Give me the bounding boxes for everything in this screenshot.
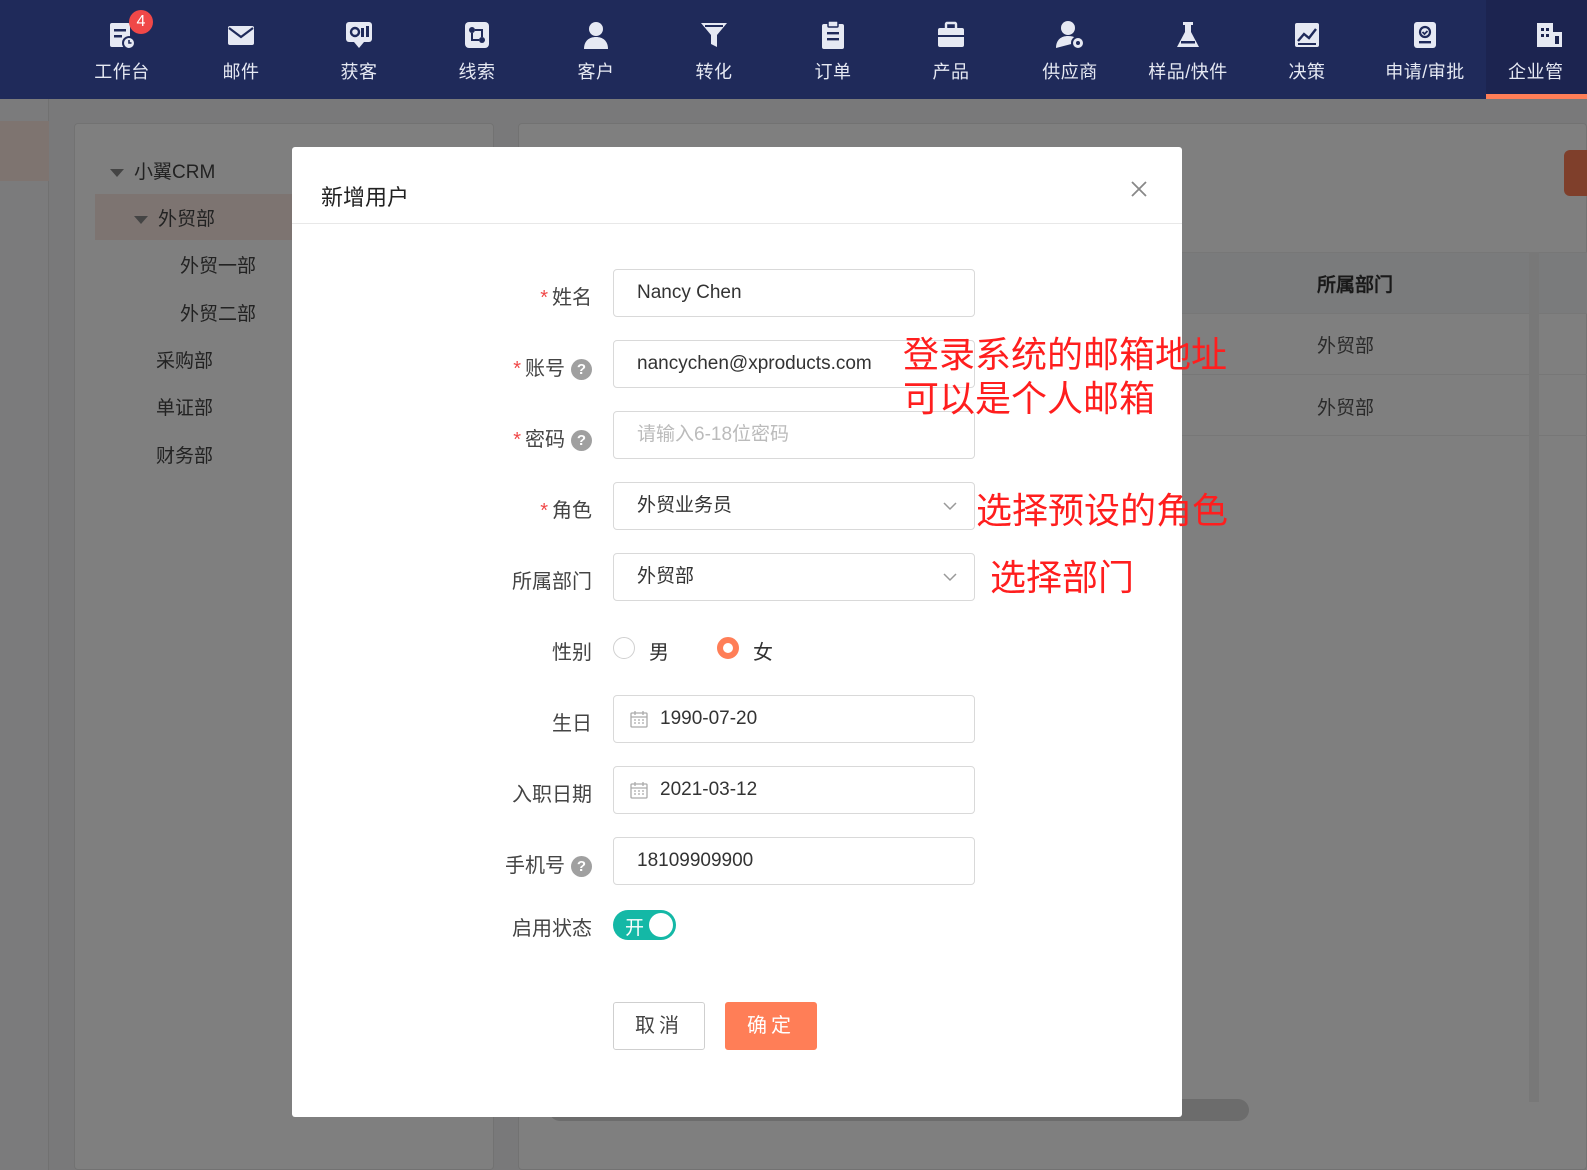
close-icon[interactable] xyxy=(1127,177,1151,201)
hire-date-picker[interactable]: 2021-03-12 xyxy=(613,766,975,814)
nav-label: 企业管 xyxy=(1508,62,1564,82)
phone-label: 手机号? xyxy=(505,849,592,878)
password-label: * 密码? xyxy=(513,423,592,452)
radio-label: 男 xyxy=(649,642,669,664)
radio-circle-selected[interactable] xyxy=(717,637,739,659)
name-label: * 姓名 xyxy=(540,287,592,309)
help-icon[interactable]: ? xyxy=(571,359,592,380)
nav-label: 供应商 xyxy=(1042,62,1098,82)
nav-item-suppliers[interactable]: 供应商 xyxy=(1011,0,1129,99)
dialog-title: 新增用户 xyxy=(321,185,410,210)
hire-date-label: 入职日期 xyxy=(512,784,592,806)
status-label: 启用状态 xyxy=(512,918,592,940)
dept-select-value: 外贸部 xyxy=(637,566,695,587)
nav-label: 决策 xyxy=(1288,62,1326,82)
hire-date-value: 2021-03-12 xyxy=(660,779,758,800)
status-toggle[interactable]: 开 xyxy=(613,910,676,940)
phone-input[interactable]: 18109909900 xyxy=(613,837,975,885)
nav-item-decisions[interactable]: 决策 xyxy=(1248,0,1366,99)
nav-label: 客户 xyxy=(577,62,615,82)
calendar-icon xyxy=(630,711,648,728)
nav-item-convert[interactable]: 转化 xyxy=(655,0,773,99)
nav-label: 线索 xyxy=(458,62,496,82)
nav-label: 邮件 xyxy=(222,62,260,82)
help-icon[interactable]: ? xyxy=(571,856,592,877)
birthday-date-picker[interactable]: 1990-07-20 xyxy=(613,695,975,743)
dept-select[interactable]: 外贸部 xyxy=(613,553,975,601)
cancel-button[interactable]: 取消 xyxy=(613,1002,705,1050)
dept-label: 所属部门 xyxy=(512,571,592,593)
acquire-icon xyxy=(346,22,372,48)
nav-label: 产品 xyxy=(932,62,970,82)
annotation-account-line2: 可以是个人邮箱 xyxy=(903,378,1156,419)
top-nav: 4 工作台 邮件 获客 线索 客户 转化 订单 产品 供应商 样品/快件 决策 xyxy=(0,0,1587,99)
add-user-dialog: 新增用户 * 姓名 Nancy Chen * 账号? nancychen@xprod… xyxy=(292,147,1182,1117)
approval-icon xyxy=(1414,22,1436,48)
birthday-label: 生日 xyxy=(552,713,592,735)
nav-item-acquire[interactable]: 获客 xyxy=(300,0,418,99)
toggle-text: 开 xyxy=(625,918,645,939)
annotation-dept: 选择部门 xyxy=(990,557,1135,598)
nav-item-workbench[interactable]: 4 工作台 xyxy=(63,0,181,99)
nav-item-products[interactable]: 产品 xyxy=(892,0,1010,99)
phone-row: 手机号? 18109909900 xyxy=(292,837,1182,885)
briefcase-icon xyxy=(938,21,964,47)
nav-label: 申请/审批 xyxy=(1385,62,1465,82)
chart-icon xyxy=(1295,23,1319,47)
radio-label: 女 xyxy=(753,642,773,664)
supplier-icon xyxy=(1056,21,1084,50)
nav-item-leads[interactable]: 线索 xyxy=(418,0,536,99)
mail-icon xyxy=(228,26,254,45)
gender-radio-female[interactable]: 女 xyxy=(717,634,857,664)
notification-badge: 4 xyxy=(129,10,153,34)
nav-item-orders[interactable]: 订单 xyxy=(774,0,892,99)
name-row: * 姓名 Nancy Chen xyxy=(292,269,1182,317)
user-icon xyxy=(584,22,608,49)
nav-item-enterprise[interactable]: 企业管 xyxy=(1486,0,1587,99)
leads-icon xyxy=(465,22,489,48)
building-icon xyxy=(1536,23,1562,47)
chevron-down-icon xyxy=(943,573,957,582)
nav-label: 转化 xyxy=(695,62,733,82)
role-select-value: 外贸业务员 xyxy=(637,495,733,516)
nav-label: 订单 xyxy=(814,62,852,82)
calendar-icon xyxy=(630,782,648,799)
funnel-icon xyxy=(701,23,727,47)
role-select[interactable]: 外贸业务员 xyxy=(613,482,975,530)
radio-circle[interactable] xyxy=(613,637,635,659)
nav-item-customers[interactable]: 客户 xyxy=(537,0,655,99)
dialog-header: 新增用户 xyxy=(292,147,1182,224)
birthday-value: 1990-07-20 xyxy=(660,708,758,729)
gender-label: 性别 xyxy=(552,642,592,664)
chevron-down-icon xyxy=(943,502,957,511)
nav-item-samples[interactable]: 样品/快件 xyxy=(1129,0,1247,99)
account-label: * 账号? xyxy=(513,352,592,381)
nav-item-approval[interactable]: 申请/审批 xyxy=(1366,0,1484,99)
toggle-knob xyxy=(649,913,673,937)
name-input[interactable]: Nancy Chen xyxy=(613,269,975,317)
clipboard-icon xyxy=(822,20,844,49)
role-label: * 角色 xyxy=(540,500,592,522)
birthday-row: 生日 1990-07-20 xyxy=(292,695,1182,743)
nav-label: 获客 xyxy=(340,62,378,82)
flask-icon xyxy=(1177,22,1199,47)
nav-item-mail[interactable]: 邮件 xyxy=(182,0,300,99)
confirm-button[interactable]: 确定 xyxy=(725,1002,817,1050)
annotation-account-line1: 登录系统的邮箱地址 xyxy=(903,334,1228,375)
status-row: 启用状态 开 xyxy=(292,906,1182,946)
gender-row: 性别 男 女 xyxy=(292,624,1182,672)
nav-label: 工作台 xyxy=(94,62,150,82)
nav-label: 样品/快件 xyxy=(1148,62,1228,82)
annotation-role: 选择预设的角色 xyxy=(976,490,1229,531)
help-icon[interactable]: ? xyxy=(571,430,592,451)
hire-date-row: 入职日期 2021-03-12 xyxy=(292,766,1182,814)
